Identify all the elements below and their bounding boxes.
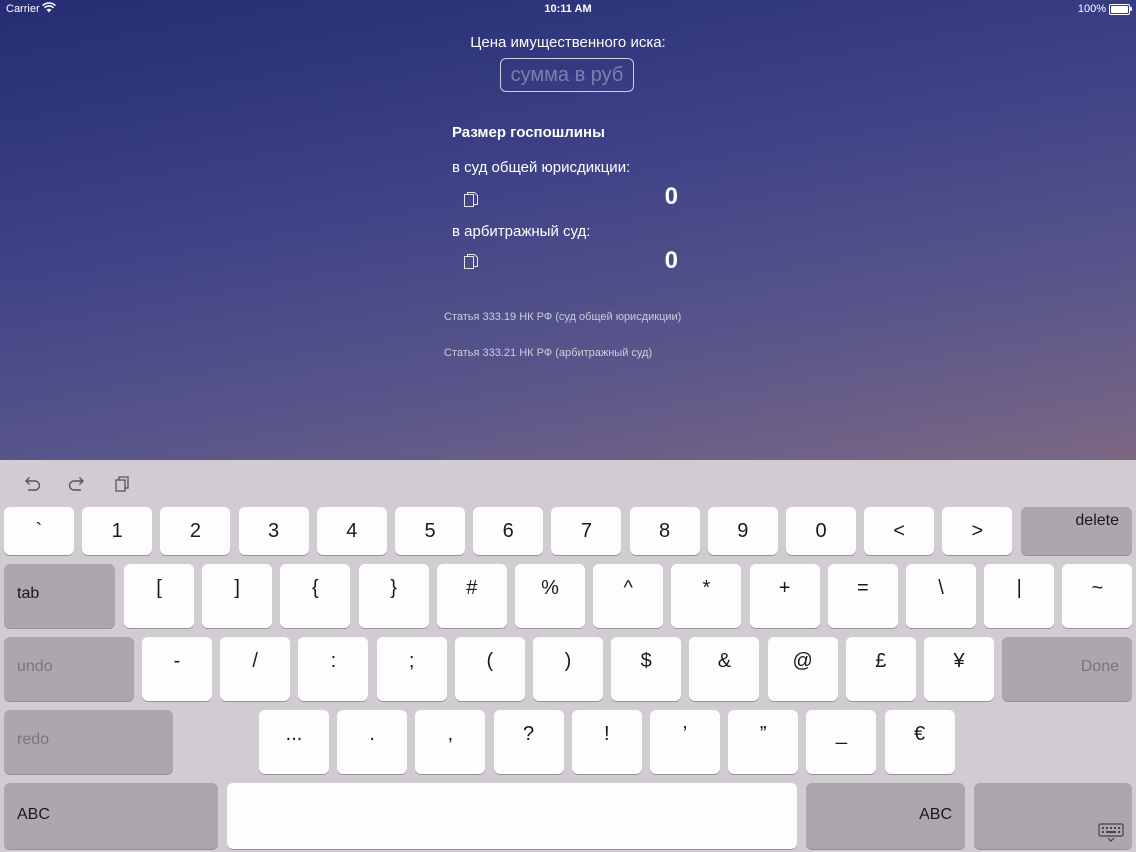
key[interactable]: ” [728,710,799,774]
key[interactable]: ? [493,710,564,774]
key[interactable]: 9 [707,507,778,555]
key[interactable]: 0 [786,507,856,555]
key[interactable]: ( [454,637,525,701]
key[interactable]: 5 [395,507,465,555]
key[interactable]: ; [376,637,447,701]
arbitration-court-label: в арбитражный суд: [452,223,591,240]
key[interactable]: 4 [316,507,387,555]
general-court-label: в суд общей юрисдикции: [452,159,631,176]
paste-icon[interactable] [113,474,133,494]
battery-icon [1109,4,1132,15]
key[interactable]: { [280,564,351,628]
key[interactable]: ¥ [924,637,994,701]
key[interactable]: 2 [160,507,231,555]
key[interactable]: 1 [82,507,153,555]
keyboard-dismiss-icon [1098,823,1124,842]
key[interactable]: ! [571,710,642,774]
key[interactable]: | [984,564,1055,628]
dismiss-keyboard-key[interactable] [974,783,1132,849]
key[interactable]: 7 [551,507,622,555]
key[interactable]: 8 [629,507,700,555]
arbitration-court-fee-value: 0 [664,247,678,274]
redo-arrow-icon[interactable] [67,474,87,494]
battery-percentage: 100% [1077,3,1106,15]
claim-sum-input[interactable] [500,58,634,92]
space-key[interactable] [227,783,797,849]
on-screen-keyboard: ` 1 2 3 4 5 6 7 8 9 0 < > delete tab []{} #% ^ * + = \ | ~ undo -… [0,460,1136,852]
key[interactable]: @ [767,637,838,701]
undo-key-label: undo [17,658,53,675]
clock: 10:11 AM [544,3,592,15]
key[interactable]: ] [202,564,273,628]
status-bar: Carrier 10:11 AM 100% [0,0,1136,18]
copy-icon[interactable] [462,191,480,209]
key[interactable]: + [749,564,820,628]
key[interactable]: & [689,637,760,701]
key[interactable]: / [220,637,291,701]
tab-key-label: tab [17,585,40,602]
key[interactable]: ) [533,637,603,701]
redo-key[interactable]: redo [4,710,173,774]
fee-heading: Размер госпошлины [452,124,605,141]
key[interactable]: ` [4,507,74,555]
article-333-19-link[interactable]: Статья 333.19 НК РФ (суд общей юрисдикци… [444,311,681,323]
delete-key[interactable]: delete [1021,507,1132,555]
undo-key[interactable]: undo [4,637,134,701]
undo-arrow-icon[interactable] [22,474,42,494]
key[interactable]: _ [806,710,877,774]
key[interactable]: # [436,564,507,628]
key[interactable]: . [337,710,408,774]
key[interactable]: \ [906,564,976,628]
abc-key-right-label: ABC [919,806,952,823]
key[interactable]: ^ [593,564,664,628]
key[interactable]: [ [124,564,194,628]
key[interactable]: % [515,564,585,628]
abc-key-right[interactable]: ABC [806,783,965,849]
copy-icon[interactable] [462,253,480,271]
done-key[interactable]: Done [1002,637,1132,701]
abc-key-left-label: ABC [17,806,50,823]
key[interactable]: ... [259,710,329,774]
abc-key-left[interactable]: ABC [4,783,218,849]
key[interactable]: } [358,564,429,628]
key[interactable]: 3 [238,507,309,555]
article-333-21-link[interactable]: Статья 333.21 НК РФ (арбитражный суд) [444,347,652,359]
key[interactable]: $ [611,637,682,701]
general-court-fee-value: 0 [664,183,678,210]
key[interactable]: , [415,710,486,774]
key[interactable]: - [142,637,212,701]
claim-price-label: Цена имущественного иска: [470,34,666,51]
key[interactable]: : [298,637,369,701]
key[interactable]: = [827,564,898,628]
key[interactable]: 6 [473,507,544,555]
done-key-label: Done [1080,658,1119,675]
tab-key[interactable]: tab [4,564,115,628]
key[interactable]: ~ [1062,564,1133,628]
key[interactable]: £ [845,637,916,701]
delete-key-label: delete [1075,512,1119,529]
key[interactable]: * [671,564,742,628]
key[interactable]: > [942,507,1013,555]
redo-key-label: redo [17,731,50,748]
key[interactable]: < [864,507,935,555]
key[interactable]: ’ [650,710,720,774]
key[interactable]: € [884,710,955,774]
